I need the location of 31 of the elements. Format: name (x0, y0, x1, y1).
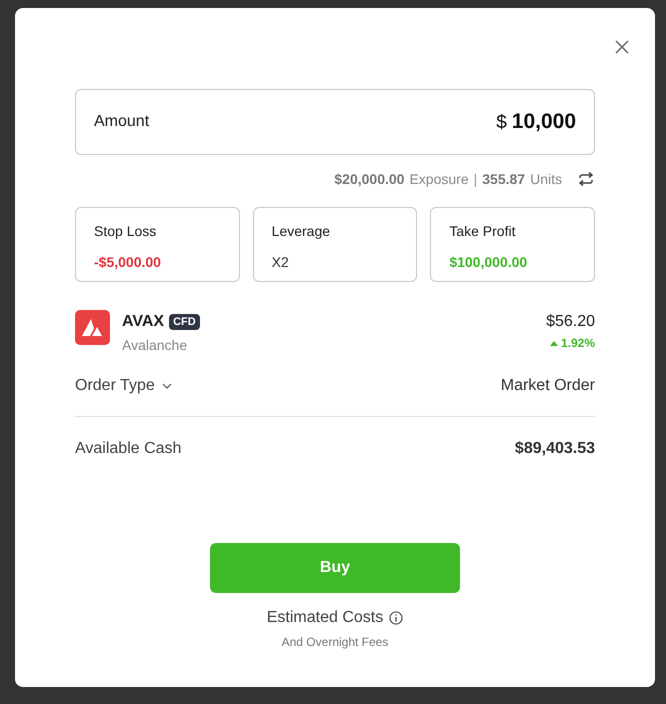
info-icon[interactable] (389, 611, 404, 625)
estimated-costs-label: Estimated Costs (266, 608, 384, 628)
parameter-card[interactable]: Stop Loss -$5,000.00 (75, 207, 240, 282)
price-change: 1.92% (560, 335, 595, 352)
price: $56.20 (546, 312, 595, 332)
exposure-label: Exposure (409, 170, 469, 189)
parameter-value: -$5,000.00 (94, 253, 161, 272)
chevron-icon (162, 383, 172, 389)
order-type-dropdown[interactable]: Order Type (75, 374, 172, 398)
logo-icon (75, 310, 110, 345)
units-value: 355.87 (482, 170, 526, 188)
fees-note: And Overnight Fees (282, 634, 388, 651)
swap-icon[interactable] (577, 170, 595, 188)
cash-value: $89,403.53 (514, 439, 595, 459)
units-label: Units (530, 170, 562, 188)
parameter-label: Leverage (272, 222, 330, 241)
close-button[interactable] (613, 38, 631, 56)
separator: | (474, 170, 478, 189)
instrument-name: Avalanche (122, 336, 188, 355)
parameter-card[interactable]: Leverage X2 (252, 207, 418, 282)
parameter-value: X2 (272, 253, 289, 272)
order-type-value: Market Order (500, 376, 595, 396)
parameter-card[interactable]: Take Profit $100,000.00 (430, 207, 595, 282)
cfd-badge: CFD (169, 314, 200, 330)
cash-label: Available Cash (75, 439, 182, 459)
parameter-label: Take Profit (449, 222, 516, 241)
instrument-symbol: AVAX (122, 312, 164, 332)
parameter-value: $100,000.00 (449, 253, 528, 272)
parameter-label: Stop Loss (94, 222, 156, 241)
exposure-value: $20,000.00 (334, 170, 404, 188)
amount-field[interactable]: Amount $ 10,000 (75, 89, 595, 155)
